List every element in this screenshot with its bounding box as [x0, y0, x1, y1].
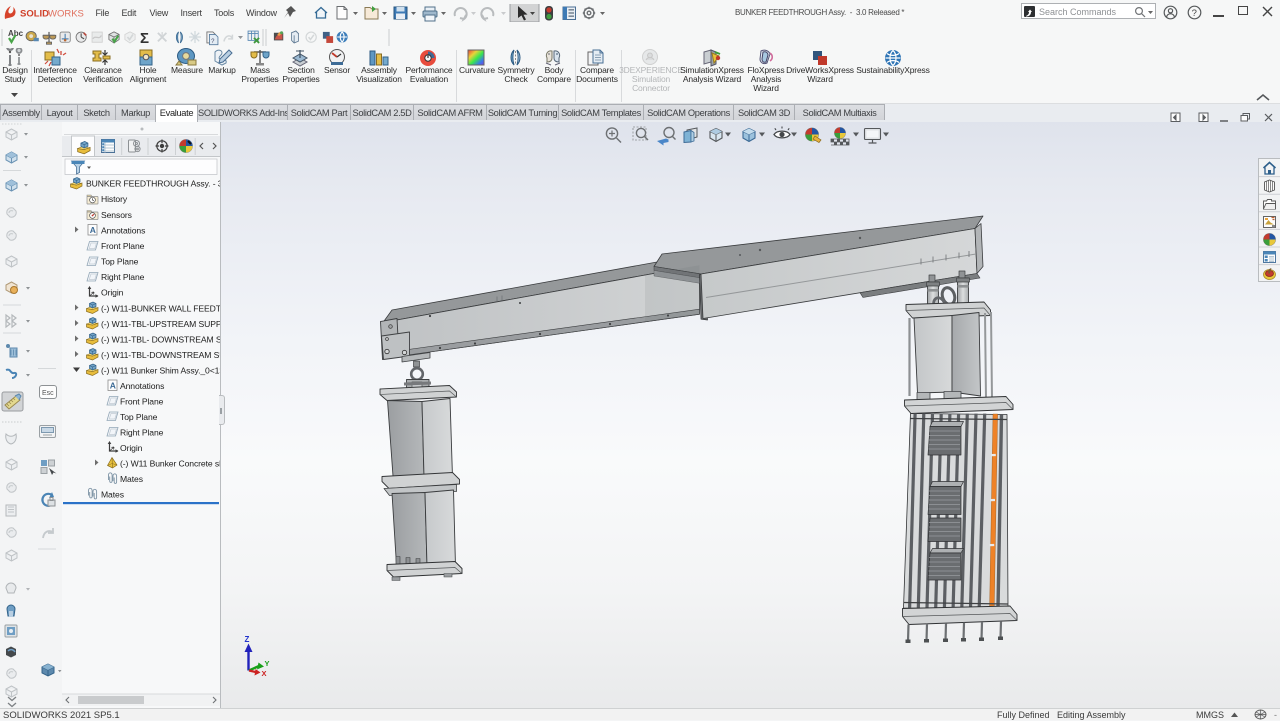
svg-text:Right Plane: Right Plane [101, 272, 145, 282]
svg-text:Front Plane: Front Plane [120, 397, 164, 407]
svg-text:Σ: Σ [140, 30, 149, 47]
svg-text:Top Plane: Top Plane [101, 257, 139, 267]
svg-text:Top Plane: Top Plane [120, 412, 158, 422]
svg-text:Abc: Abc [8, 29, 24, 38]
svg-text:Right Plane: Right Plane [120, 428, 164, 438]
svg-text:Annotations: Annotations [120, 381, 164, 391]
svg-text:Sensors: Sensors [101, 210, 132, 220]
svg-text:Mates: Mates [120, 474, 143, 484]
svg-text:(-) W11-TBL-UPSTREAM SUPPORT: (-) W11-TBL-UPSTREAM SUPPORT [101, 319, 220, 329]
svg-text:Origin: Origin [120, 443, 143, 453]
svg-text:SOLID: SOLID [20, 9, 49, 20]
svg-text:Origin: Origin [101, 288, 124, 298]
svg-text:(-) W11 Bunker Concrete shim: (-) W11 Bunker Concrete shim [120, 459, 220, 469]
svg-text:WORKS: WORKS [48, 9, 84, 20]
svg-text:Annotations: Annotations [101, 226, 145, 236]
svg-text:Esc: Esc [42, 390, 54, 397]
svg-text:Mates: Mates [101, 490, 124, 500]
svg-text:BUNKER FEEDTHROUGH Assy. -: BUNKER FEEDTHROUGH Assy. - 3.0 R [86, 179, 220, 189]
svg-text:Front Plane: Front Plane [101, 241, 145, 251]
svg-text:?: ? [1192, 8, 1197, 19]
svg-text:(-) W11-BUNKER WALL FEEDTHR(: (-) W11-BUNKER WALL FEEDTHR( [101, 304, 220, 314]
svg-text:History: History [101, 194, 128, 204]
svg-text:(-) W11 Bunker Shim Assy._0<1>: (-) W11 Bunker Shim Assy._0<1> ( [101, 366, 220, 376]
svg-text:(-) W11-TBL-DOWNSTREAM SUPF: (-) W11-TBL-DOWNSTREAM SUPF [101, 350, 220, 360]
svg-text:(-) W11-TBL- DOWNSTREAM SUP: (-) W11-TBL- DOWNSTREAM SUP [101, 335, 220, 345]
